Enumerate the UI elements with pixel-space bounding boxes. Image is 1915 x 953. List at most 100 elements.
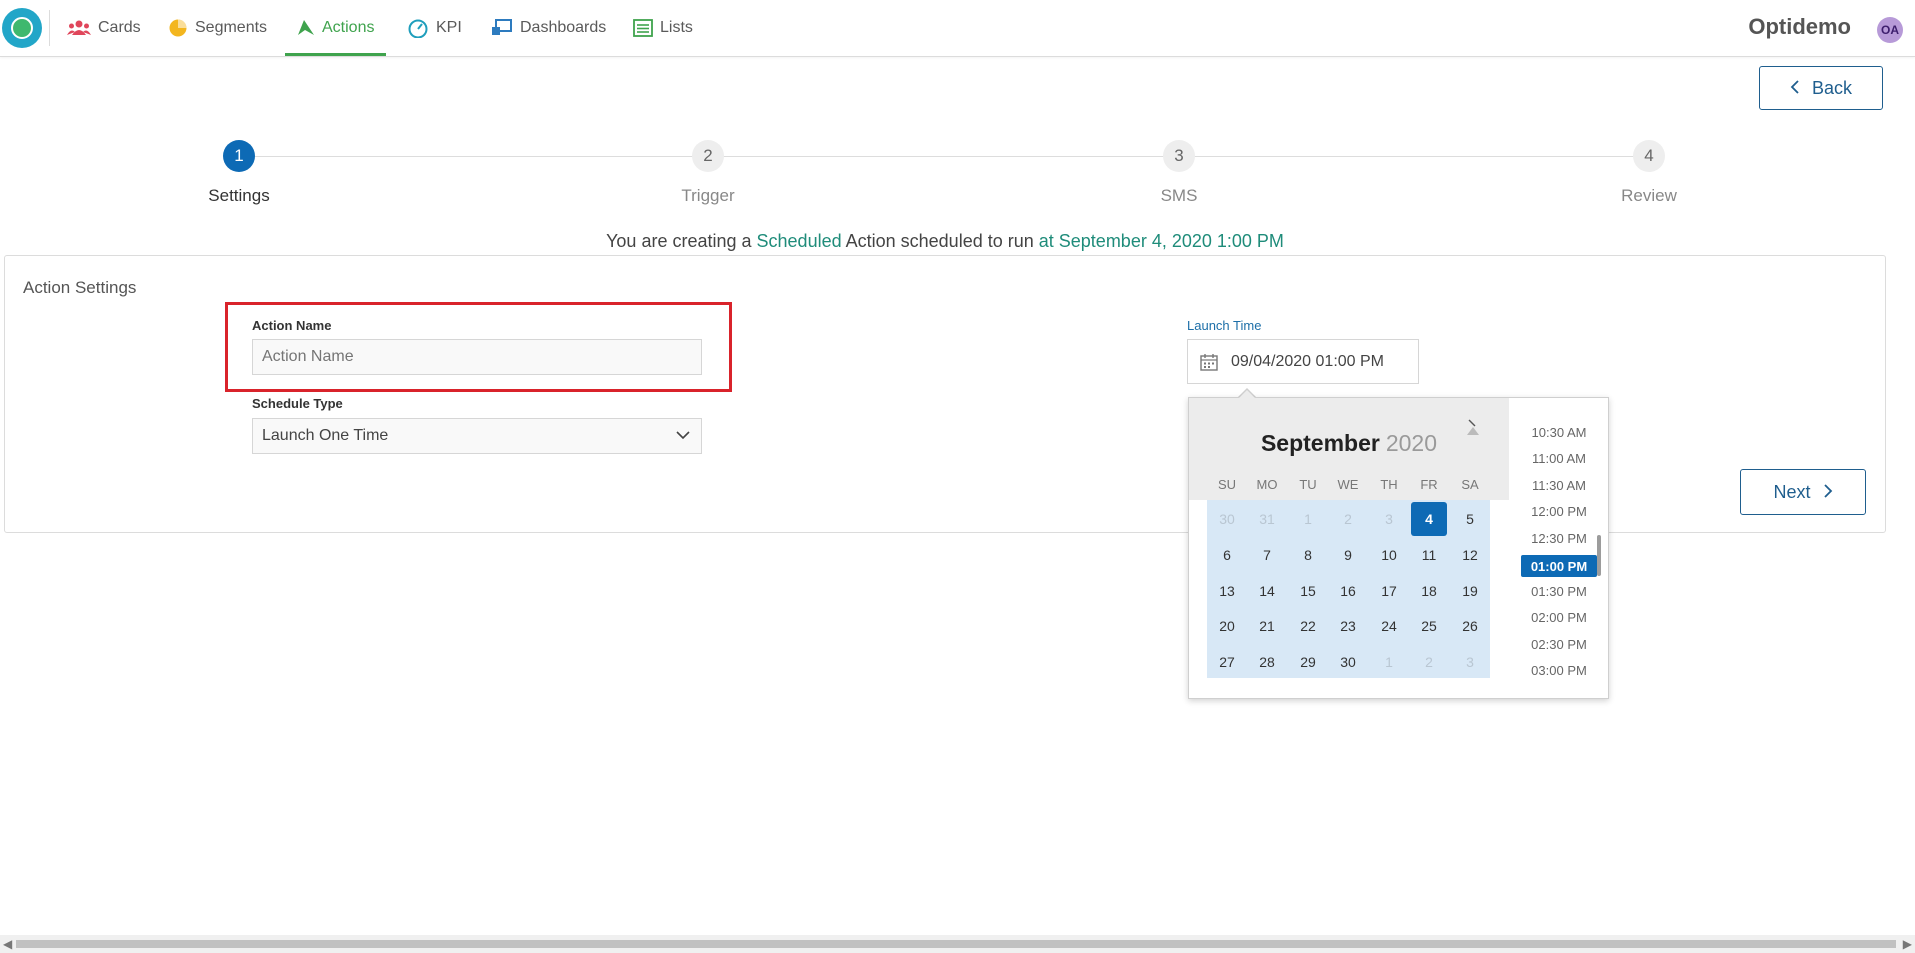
day-cell[interactable]: 30 (1209, 502, 1245, 536)
launch-time-label: Launch Time (1187, 318, 1262, 333)
app-logo[interactable] (2, 8, 42, 48)
nav-kpi[interactable]: KPI (407, 0, 462, 56)
selected-day[interactable]: 4 (1411, 502, 1447, 536)
time-option[interactable]: 11:00 AM (1521, 447, 1597, 469)
selected-time[interactable]: 01:00 PM (1521, 555, 1597, 577)
time-option[interactable]: 12:30 PM (1521, 527, 1597, 549)
day-cell[interactable]: 15 (1290, 574, 1326, 608)
nav-cards[interactable]: Cards (67, 0, 141, 56)
day-cell[interactable]: 3 (1452, 645, 1488, 679)
nav-label: Lists (660, 19, 693, 36)
day-cell[interactable]: 14 (1249, 574, 1285, 608)
chevron-left-icon (1790, 78, 1800, 99)
picker-arrow-inner (1238, 390, 1256, 399)
time-option[interactable]: 11:30 AM (1521, 474, 1597, 496)
step-3-circle[interactable]: 3 (1163, 140, 1195, 172)
day-cell[interactable]: 22 (1290, 609, 1326, 643)
nav-label: KPI (436, 19, 462, 36)
scroll-right-icon[interactable]: ▶ (1903, 937, 1912, 951)
weekday-we: WE (1337, 477, 1359, 492)
calendar-icon (1200, 353, 1218, 376)
time-option[interactable]: 01:30 PM (1521, 580, 1597, 602)
nav-dashboards[interactable]: Dashboards (491, 0, 606, 56)
day-cell[interactable]: 21 (1249, 609, 1285, 643)
nav-label: Segments (195, 19, 268, 36)
day-cell[interactable]: 30 (1330, 645, 1366, 679)
day-cell[interactable]: 1 (1371, 645, 1407, 679)
time-option[interactable]: 03:00 PM (1521, 659, 1597, 681)
day-cell[interactable]: 7 (1249, 538, 1285, 572)
action-name-label: Action Name (252, 318, 332, 333)
day-cell[interactable]: 17 (1371, 574, 1407, 608)
launch-time-input[interactable]: 09/04/2020 01:00 PM (1187, 339, 1419, 384)
next-month-button[interactable] (1465, 418, 1481, 441)
time-option[interactable]: 02:30 PM (1521, 633, 1597, 655)
time-list[interactable]: 10:30 AM 11:00 AM 11:30 AM 12:00 PM 12:3… (1509, 398, 1609, 698)
day-cell[interactable]: 27 (1209, 645, 1245, 679)
time-option[interactable]: 12:00 PM (1521, 500, 1597, 522)
day-cell[interactable]: 2 (1411, 645, 1447, 679)
action-name-input[interactable] (252, 339, 702, 375)
time-option[interactable]: 10:30 AM (1521, 421, 1597, 443)
speedometer-icon (407, 18, 429, 38)
step-4-circle[interactable]: 4 (1633, 140, 1665, 172)
day-cell[interactable]: 13 (1209, 574, 1245, 608)
day-cell[interactable]: 9 (1330, 538, 1366, 572)
day-cell[interactable]: 3 (1371, 502, 1407, 536)
weekday-tu: TU (1299, 477, 1317, 492)
day-cell[interactable]: 16 (1330, 574, 1366, 608)
next-label: Next (1773, 481, 1811, 502)
nav-label: Actions (322, 19, 375, 36)
divider (49, 10, 50, 46)
schedule-type-label: Schedule Type (252, 396, 343, 411)
day-cell[interactable]: 31 (1249, 502, 1285, 536)
day-cell[interactable]: 25 (1411, 609, 1447, 643)
brand-name: Optidemo (1748, 14, 1851, 39)
chevron-right-icon (1823, 482, 1833, 503)
back-button[interactable]: Back (1759, 66, 1883, 110)
back-label: Back (1811, 77, 1853, 98)
top-nav: Cards Segments Actions KPI Dashboards Li… (0, 0, 1915, 57)
weekday-su: SU (1217, 477, 1237, 492)
nav-lists[interactable]: Lists (633, 0, 693, 56)
day-cell[interactable]: 23 (1330, 609, 1366, 643)
schedule-type-select[interactable]: Launch One Time (252, 418, 702, 454)
day-cell[interactable]: 1 (1290, 502, 1326, 536)
time-option[interactable]: 02:00 PM (1521, 606, 1597, 628)
users-icon (67, 20, 91, 36)
day-cell[interactable]: 29 (1290, 645, 1326, 679)
day-cell[interactable]: 24 (1371, 609, 1407, 643)
day-cell[interactable]: 2 (1330, 502, 1366, 536)
pie-chart-icon (168, 18, 188, 38)
scrollbar-thumb[interactable] (16, 940, 1896, 948)
launch-time-value: 09/04/2020 01:00 PM (1231, 352, 1385, 370)
day-cell[interactable]: 6 (1209, 538, 1245, 572)
day-cell[interactable]: 8 (1290, 538, 1326, 572)
nav-actions[interactable]: Actions (284, 0, 388, 56)
day-cell[interactable]: 26 (1452, 609, 1488, 643)
day-cell[interactable]: 12 (1452, 538, 1488, 572)
time-scrollbar[interactable] (1597, 535, 1601, 576)
step-2-label: Trigger (681, 186, 735, 205)
step-4-label: Review (1621, 186, 1677, 205)
day-cell[interactable]: 20 (1209, 609, 1245, 643)
day-cell[interactable]: 18 (1411, 574, 1447, 608)
nav-segments[interactable]: Segments (168, 0, 267, 56)
summary-when: at September 4, 2020 1:00 PM (1038, 231, 1284, 251)
step-1-circle[interactable]: 1 (223, 140, 255, 172)
dashboard-icon (491, 19, 513, 37)
schedule-summary: You are creating a Scheduled Action sche… (0, 231, 1890, 252)
day-cell[interactable]: 28 (1249, 645, 1285, 679)
summary-prefix: You are creating a (606, 231, 752, 251)
horizontal-scrollbar[interactable]: ◀ ▶ (0, 935, 1915, 953)
day-cell[interactable]: 10 (1371, 538, 1407, 572)
day-cell[interactable]: 5 (1452, 502, 1488, 536)
weekday-th: TH (1380, 477, 1398, 492)
avatar[interactable]: OA (1877, 17, 1903, 43)
day-cell[interactable]: 19 (1452, 574, 1488, 608)
weekday-fr: FR (1420, 477, 1438, 492)
scroll-left-icon[interactable]: ◀ (3, 937, 12, 951)
next-button[interactable]: Next (1740, 469, 1866, 515)
day-cell[interactable]: 11 (1411, 538, 1447, 572)
step-2-circle[interactable]: 2 (692, 140, 724, 172)
